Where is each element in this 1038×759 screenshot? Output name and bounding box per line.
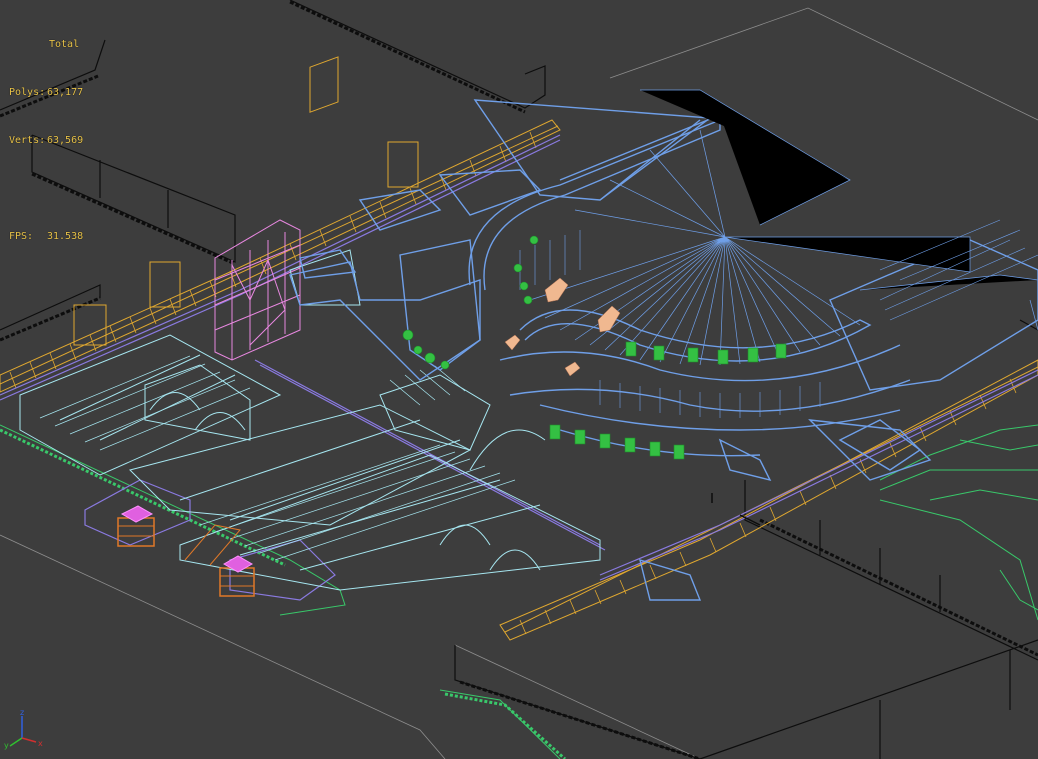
x-axis-label: x xyxy=(38,739,43,748)
boundary-walls xyxy=(0,0,1038,759)
z-axis-label: z xyxy=(20,708,24,717)
y-axis-line xyxy=(9,737,23,747)
wireframe-scene[interactable] xyxy=(0,0,1038,759)
walkways xyxy=(0,56,1038,641)
stairs-bridges xyxy=(19,249,601,591)
viewport-perspective[interactable]: Total Polys: 63,177 Verts: 63,569 FPS: 31.5… xyxy=(0,0,1038,759)
grass-edges xyxy=(0,424,1038,759)
stair-steps xyxy=(39,355,516,561)
axis-gizmo: z y x xyxy=(4,708,43,750)
x-axis-line xyxy=(21,737,37,743)
ground-grid xyxy=(0,7,1038,759)
walkway-slats xyxy=(9,131,1017,635)
y-axis-label: y xyxy=(4,741,9,750)
railings xyxy=(0,134,1038,601)
frame-tower xyxy=(214,219,301,361)
